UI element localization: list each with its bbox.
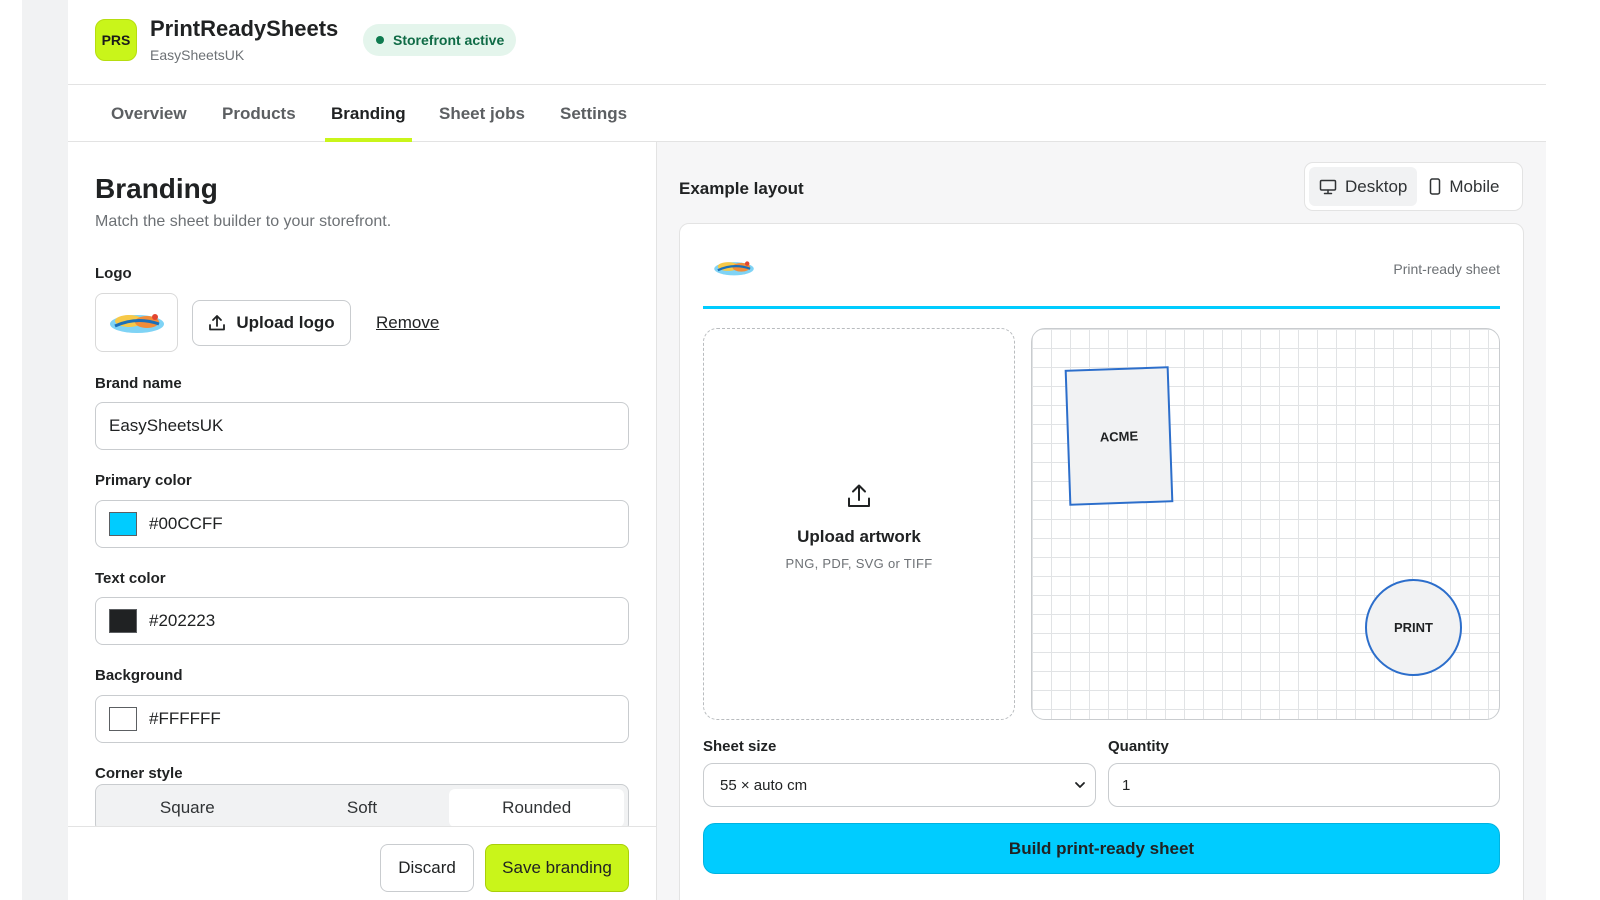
app-header: PRS PrintReadySheets EasySheetsUK Storef… [68,0,1546,85]
background-color-input[interactable]: #FFFFFF [95,695,629,743]
preview-tagline: Print-ready sheet [1393,261,1500,277]
frame-gutter [22,0,68,900]
device-toggle: Desktop Mobile [1304,162,1523,211]
remove-logo-link[interactable]: Remove [376,313,439,333]
monitor-icon [1319,179,1337,194]
sheet-size-select[interactable]: 55 × auto cm [703,763,1096,807]
primary-color-value: #00CCFF [149,514,223,533]
page-description: Match the sheet builder to your storefro… [95,213,392,230]
background-label: Background [95,667,183,684]
outer-frame-right [1546,0,1600,900]
logo-preview [95,293,178,352]
phone-icon [1430,178,1441,195]
device-mobile-label: Mobile [1449,176,1500,196]
tab-overview[interactable]: Overview [105,85,193,142]
app-logo-badge: PRS [95,19,137,61]
sheet-size-value: 55 × auto cm [720,776,808,794]
preview-heading: Example layout [679,179,804,198]
upload-icon [848,484,870,507]
quantity-value: 1 [1122,776,1131,794]
preview-divider [703,306,1500,309]
app-title: PrintReadySheets [150,16,339,41]
text-color-label: Text color [95,570,166,587]
tab-products[interactable]: Products [216,85,302,142]
sheet-preview-grid: ACME PRINT [1031,328,1500,720]
device-desktop-button[interactable]: Desktop [1309,167,1418,206]
brand-name-input[interactable]: EasySheetsUK [95,402,629,450]
tab-sheet-jobs[interactable]: Sheet jobs [433,85,531,142]
text-color-swatch[interactable] [109,609,137,633]
background-color-value: #FFFFFF [149,709,221,728]
corner-option-square[interactable]: Square [100,789,275,827]
sheet-size-label: Sheet size [703,738,777,755]
primary-color-label: Primary color [95,472,192,489]
corner-style-control: Square Soft Rounded [95,784,629,832]
upload-logo-button[interactable]: Upload logo [192,300,351,346]
upload-icon [209,315,226,331]
text-color-input[interactable]: #202223 [95,597,629,645]
upload-artwork-title: Upload artwork [797,527,921,546]
quantity-input[interactable]: 1 [1108,763,1500,807]
status-dot-icon [376,36,384,44]
quantity-label: Quantity [1108,738,1169,755]
tab-branding[interactable]: Branding [325,85,412,142]
chevron-down-icon [1075,782,1085,788]
tab-settings[interactable]: Settings [554,85,633,142]
upload-logo-label: Upload logo [236,313,335,332]
storefront-preview: Print-ready sheet Upload artwork PNG, PD… [679,223,1524,900]
tab-bar: Overview Products Branding Sheet jobs Se… [68,85,1546,142]
artwork-item-acme[interactable]: ACME [1064,366,1174,506]
brand-name-value: EasySheetsUK [109,416,224,435]
device-desktop-label: Desktop [1345,176,1408,196]
branding-panel: Branding Match the sheet builder to your… [68,142,657,900]
artwork-drop-zone[interactable]: Upload artwork PNG, PDF, SVG or TIFF [703,328,1015,720]
corner-option-rounded[interactable]: Rounded [449,789,625,827]
app-window: PRS PrintReadySheets EasySheetsUK Storef… [68,0,1546,900]
brand-name-label: Brand name [95,375,182,392]
page-title: Branding [95,173,218,204]
build-sheet-button[interactable]: Build print-ready sheet [703,823,1500,874]
status-badge: Storefront active [363,24,517,56]
text-color-value: #202223 [149,611,216,630]
background-color-swatch[interactable] [109,707,137,731]
corner-option-soft[interactable]: Soft [275,789,450,827]
upload-artwork-formats: PNG, PDF, SVG or TIFF [785,556,933,571]
preview-panel: Example layout Desktop Mobile Print-read… [658,142,1546,900]
save-branding-button[interactable]: Save branding [485,844,629,892]
corner-style-label: Corner style [95,765,183,782]
primary-color-swatch[interactable] [109,512,137,536]
outer-frame-left [0,0,22,900]
branding-footer: Discard Save branding [68,826,656,900]
status-badge-label: Storefront active [393,32,505,48]
logo-label: Logo [95,265,132,282]
device-mobile-button[interactable]: Mobile [1419,167,1509,206]
discard-button[interactable]: Discard [380,844,474,892]
artwork-item-print[interactable]: PRINT [1365,579,1462,676]
store-name: EasySheetsUK [150,47,245,63]
preview-logo-image [714,261,754,276]
brand-logo-image [109,313,164,333]
primary-color-input[interactable]: #00CCFF [95,500,629,548]
